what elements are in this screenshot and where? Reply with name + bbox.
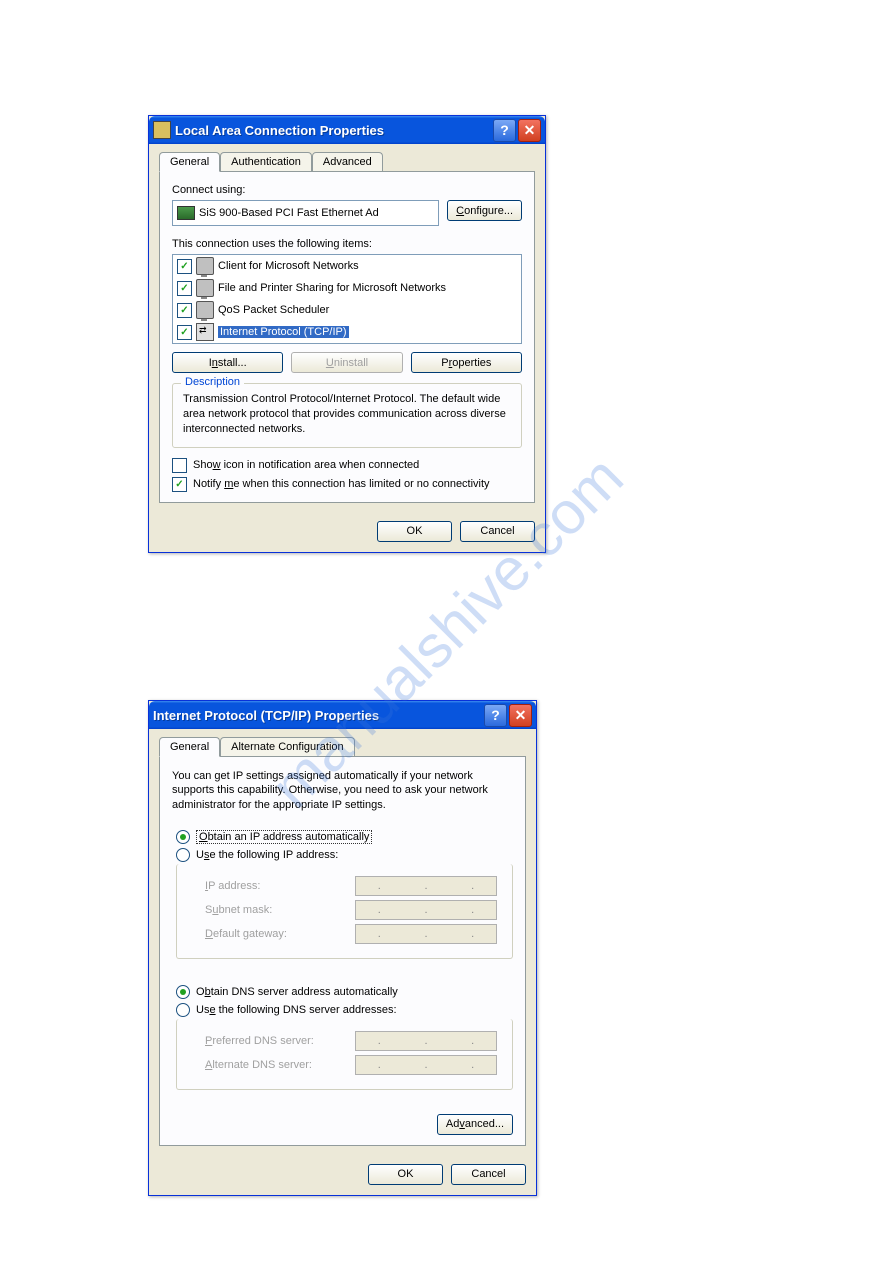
cancel-button[interactable]: Cancel — [451, 1164, 526, 1185]
ip-address-input: ... — [355, 876, 497, 896]
radio-label: Obtain DNS server address automatically — [196, 986, 398, 998]
item-label: Internet Protocol (TCP/IP) — [218, 326, 349, 338]
gateway-row: Default gateway: ... — [205, 924, 502, 944]
gateway-label: Default gateway: — [205, 928, 345, 940]
advanced-button[interactable]: Advanced... — [437, 1114, 513, 1135]
alt-dns-row: Alternate DNS server: ... — [205, 1055, 502, 1075]
checkbox-icon[interactable] — [177, 325, 192, 340]
notify-row[interactable]: Notify me when this connection has limit… — [172, 477, 522, 492]
subnet-label: Subnet mask: — [205, 904, 345, 916]
service-icon — [196, 301, 214, 319]
protocol-icon — [196, 323, 214, 341]
tab-general[interactable]: General — [159, 152, 220, 172]
tcpip-properties-dialog: Internet Protocol (TCP/IP) Properties ? … — [148, 700, 537, 1196]
radio-icon[interactable] — [176, 830, 190, 844]
description-group: Description Transmission Control Protoco… — [172, 383, 522, 448]
gateway-input: ... — [355, 924, 497, 944]
list-item[interactable]: QoS Packet Scheduler — [173, 299, 521, 321]
checkbox-icon[interactable] — [177, 259, 192, 274]
help-button[interactable]: ? — [493, 119, 516, 142]
show-icon-label: Show icon in notification area when conn… — [193, 459, 419, 471]
show-icon-row[interactable]: Show icon in notification area when conn… — [172, 458, 522, 473]
tab-general[interactable]: General — [159, 737, 220, 757]
close-button[interactable]: ✕ — [518, 119, 541, 142]
radio-icon[interactable] — [176, 1003, 190, 1017]
item-label: Client for Microsoft Networks — [218, 260, 359, 272]
radio-icon[interactable] — [176, 848, 190, 862]
tab-panel-general: You can get IP settings assigned automat… — [159, 756, 526, 1146]
item-label: QoS Packet Scheduler — [218, 304, 329, 316]
ip-label: IP address: — [205, 880, 345, 892]
radio-icon[interactable] — [176, 985, 190, 999]
radio-label: Use the following DNS server addresses: — [196, 1004, 397, 1016]
list-item[interactable]: Internet Protocol (TCP/IP) — [173, 321, 521, 343]
nic-icon — [177, 206, 195, 220]
dialog-title: Internet Protocol (TCP/IP) Properties — [153, 708, 482, 723]
notify-label: Notify me when this connection has limit… — [193, 478, 490, 490]
description-text: Transmission Control Protocol/Internet P… — [183, 392, 511, 437]
radio-auto-ip[interactable]: Obtain an IP address automatically — [176, 830, 513, 844]
pref-dns-label: Preferred DNS server: — [205, 1035, 345, 1047]
titlebar[interactable]: Internet Protocol (TCP/IP) Properties ? … — [149, 701, 536, 729]
components-listbox[interactable]: Client for Microsoft Networks File and P… — [172, 254, 522, 344]
ip-address-row: IP address: ... — [205, 876, 502, 896]
adapter-name: SiS 900-Based PCI Fast Ethernet Ad — [199, 207, 379, 219]
radio-label: Use the following IP address: — [196, 849, 338, 861]
show-icon-checkbox[interactable] — [172, 458, 187, 473]
pref-dns-input: ... — [355, 1031, 497, 1051]
tab-panel-general: Connect using: SiS 900-Based PCI Fast Et… — [159, 171, 535, 503]
list-item[interactable]: File and Printer Sharing for Microsoft N… — [173, 277, 521, 299]
checkbox-icon[interactable] — [177, 281, 192, 296]
radio-manual-ip[interactable]: Use the following IP address: — [176, 848, 513, 862]
item-label: File and Printer Sharing for Microsoft N… — [218, 282, 446, 294]
ok-button[interactable]: OK — [377, 521, 452, 542]
tab-alternate[interactable]: Alternate Configuration — [220, 737, 355, 756]
close-button[interactable]: ✕ — [509, 704, 532, 727]
tab-authentication[interactable]: Authentication — [220, 152, 312, 171]
service-icon — [196, 279, 214, 297]
alt-dns-label: Alternate DNS server: — [205, 1059, 345, 1071]
install-button[interactable]: Install... — [172, 352, 283, 373]
tab-advanced[interactable]: Advanced — [312, 152, 383, 171]
alt-dns-input: ... — [355, 1055, 497, 1075]
tab-strip: General Authentication Advanced — [159, 152, 535, 171]
subnet-input: ... — [355, 900, 497, 920]
connect-using-label: Connect using: — [172, 184, 522, 196]
tab-strip: General Alternate Configuration — [159, 737, 526, 756]
checkbox-icon[interactable] — [177, 303, 192, 318]
dialog-title: Local Area Connection Properties — [175, 123, 491, 138]
properties-button[interactable]: Properties — [411, 352, 522, 373]
lan-properties-dialog: Local Area Connection Properties ? ✕ Gen… — [148, 115, 546, 553]
configure-button[interactable]: Configure... — [447, 200, 522, 221]
radio-manual-dns[interactable]: Use the following DNS server addresses: — [176, 1003, 513, 1017]
cancel-button[interactable]: Cancel — [460, 521, 535, 542]
notify-checkbox[interactable] — [172, 477, 187, 492]
ok-button[interactable]: OK — [368, 1164, 443, 1185]
list-item[interactable]: Client for Microsoft Networks — [173, 255, 521, 277]
items-label: This connection uses the following items… — [172, 238, 522, 250]
help-button[interactable]: ? — [484, 704, 507, 727]
uninstall-button: Uninstall — [291, 352, 402, 373]
subnet-row: Subnet mask: ... — [205, 900, 502, 920]
description-legend: Description — [181, 376, 244, 388]
titlebar[interactable]: Local Area Connection Properties ? ✕ — [149, 116, 545, 144]
radio-label: Obtain an IP address automatically — [196, 830, 372, 844]
radio-auto-dns[interactable]: Obtain DNS server address automatically — [176, 985, 513, 999]
connection-icon — [153, 121, 171, 139]
client-icon — [196, 257, 214, 275]
intro-text: You can get IP settings assigned automat… — [172, 769, 513, 812]
pref-dns-row: Preferred DNS server: ... — [205, 1031, 502, 1051]
adapter-field[interactable]: SiS 900-Based PCI Fast Ethernet Ad — [172, 200, 439, 226]
